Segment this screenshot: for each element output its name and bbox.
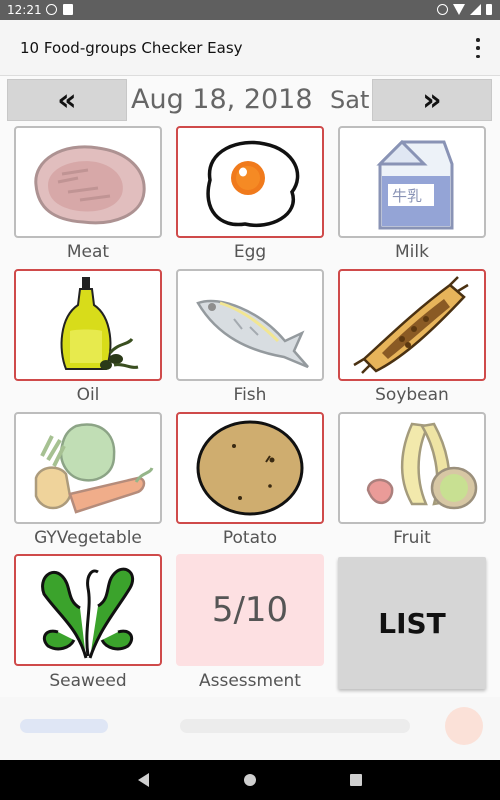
food-label: Fruit — [393, 528, 431, 548]
fruit-icon — [366, 422, 478, 510]
home-icon[interactable] — [244, 774, 256, 786]
food-label: Milk — [395, 242, 429, 262]
meat-icon — [34, 145, 146, 225]
potato-icon — [196, 420, 304, 516]
food-potato-tile[interactable] — [176, 412, 324, 524]
more-vert-icon[interactable] — [474, 38, 482, 58]
food-label: Oil — [76, 385, 100, 405]
food-label: Egg — [233, 242, 267, 262]
food-seaweed-tile[interactable] — [14, 554, 162, 666]
assessment-score[interactable]: 5/10 — [176, 554, 324, 666]
food-egg-tile[interactable] — [176, 126, 324, 238]
app-title: 10 Food-groups Checker Easy — [20, 39, 243, 57]
food-label: Meat — [66, 242, 110, 262]
sd-card-icon — [63, 4, 73, 15]
previous-day-button[interactable]: « — [7, 79, 127, 121]
assessment-label: Assessment — [199, 671, 301, 691]
signal-icon — [470, 4, 481, 15]
food-milk-tile[interactable]: 牛乳 — [338, 126, 486, 238]
ad-banner[interactable] — [0, 697, 500, 760]
food-label: Fish — [233, 385, 267, 405]
food-label: GYVegetable — [34, 528, 142, 548]
vegetables-icon — [34, 423, 154, 514]
food-soybean-tile[interactable] — [338, 269, 486, 381]
status-time: 12:21 — [7, 3, 42, 17]
sync-icon — [46, 4, 57, 15]
food-fish-tile[interactable] — [176, 269, 324, 381]
milk-carton-icon: 牛乳 — [376, 139, 454, 230]
alarm-icon — [437, 4, 448, 15]
food-oil-tile[interactable] — [14, 269, 162, 381]
food-meat-tile[interactable] — [14, 126, 162, 238]
back-icon[interactable] — [138, 773, 149, 787]
food-label: Seaweed — [49, 671, 127, 691]
food-gyvegetable-tile[interactable] — [14, 412, 162, 524]
app-bar: 10 Food-groups Checker Easy — [0, 20, 500, 76]
date-label: Aug 18, 2018 — [131, 84, 313, 115]
seaweed-icon — [41, 567, 135, 659]
food-label: Potato — [222, 528, 278, 548]
food-fruit-tile[interactable] — [338, 412, 486, 524]
date-bar: « Aug 18, 2018 Sat » — [0, 76, 500, 124]
next-day-button[interactable]: » — [372, 79, 492, 121]
weekday-label: Sat — [330, 86, 370, 114]
fish-icon — [196, 299, 309, 369]
system-navigation-bar — [0, 760, 500, 800]
egg-icon — [206, 140, 300, 227]
milk-carton-text: 牛乳 — [392, 187, 422, 205]
wifi-icon — [453, 4, 465, 15]
food-label: Soybean — [375, 385, 449, 405]
list-button[interactable]: LIST — [338, 557, 486, 689]
natto-straw-icon — [353, 276, 469, 374]
battery-icon — [486, 4, 492, 15]
olive-oil-icon — [60, 277, 139, 370]
status-bar: 12:21 — [0, 0, 500, 20]
recents-icon[interactable] — [350, 774, 362, 786]
